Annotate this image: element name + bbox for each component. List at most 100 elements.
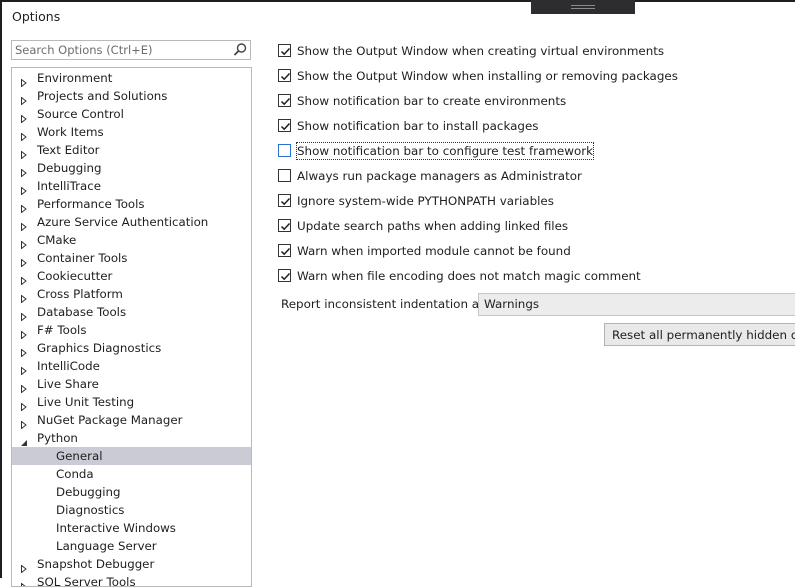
tree-item-label: Graphics Diagnostics <box>37 341 162 355</box>
collapsed-arrow-icon[interactable] <box>20 218 28 232</box>
window-drag-grip[interactable] <box>531 0 635 14</box>
tree-item-label: IntelliTrace <box>37 179 101 193</box>
tree-item-label: Live Share <box>37 377 99 391</box>
tree-item[interactable]: Source Control <box>12 105 251 124</box>
tree-item[interactable]: Snapshot Debugger <box>12 555 251 574</box>
tree-item[interactable]: Work Items <box>12 123 251 142</box>
tree-item[interactable]: CMake <box>12 231 251 250</box>
tree-item[interactable]: Database Tools <box>12 303 251 322</box>
tree-item[interactable]: NuGet Package Manager <box>12 411 251 430</box>
option-label[interactable]: Show the Output Window when creating vir… <box>297 43 664 59</box>
tree-item[interactable]: Environment <box>12 69 251 88</box>
tree-item[interactable]: Debugging <box>12 159 251 178</box>
tree-child-item[interactable]: Debugging <box>12 483 251 501</box>
tree-item-label: Cross Platform <box>37 287 123 301</box>
option-label[interactable]: Update search paths when adding linked f… <box>297 218 568 234</box>
collapsed-arrow-icon[interactable] <box>20 164 28 178</box>
tree-item-label: Text Editor <box>37 143 100 157</box>
indentation-label: Report inconsistent indentation as <box>281 297 486 311</box>
tree-item-label: F# Tools <box>37 323 87 337</box>
tree-item-label: Diagnostics <box>56 503 125 517</box>
tree-item[interactable]: SQL Server Tools <box>12 573 251 586</box>
tree-item-label: Database Tools <box>37 305 127 319</box>
search-box[interactable] <box>11 40 251 60</box>
reset-hidden-dialogs-button[interactable]: Reset all permanently hidden dialogs <box>604 323 795 346</box>
tree-item[interactable]: F# Tools <box>12 321 251 340</box>
tree-item[interactable]: Live Unit Testing <box>12 393 251 412</box>
checkbox-checked[interactable] <box>278 119 291 132</box>
collapsed-arrow-icon[interactable] <box>20 290 28 304</box>
tree-item-label: Interactive Windows <box>56 521 176 535</box>
option-label[interactable]: Ignore system-wide PYTHONPATH variables <box>297 193 554 209</box>
collapsed-arrow-icon[interactable] <box>20 128 28 142</box>
collapsed-arrow-icon[interactable] <box>20 560 28 574</box>
checkbox-checked[interactable] <box>278 244 291 257</box>
tree-item-label: Language Server <box>56 539 157 553</box>
tree-item-label: Debugging <box>56 485 121 499</box>
option-label[interactable]: Always run package managers as Administr… <box>297 168 582 184</box>
tree-item[interactable]: Live Share <box>12 375 251 394</box>
tree-child-item[interactable]: Language Server <box>12 537 251 555</box>
tree-item-label: Debugging <box>37 161 102 175</box>
option-label[interactable]: Show notification bar to create environm… <box>297 93 566 109</box>
option-label[interactable]: Show notification bar to configure test … <box>295 142 595 160</box>
checkbox-checked[interactable] <box>278 69 291 82</box>
tree-child-item[interactable]: Interactive Windows <box>12 519 251 537</box>
tree-child-item[interactable]: General <box>12 447 251 465</box>
collapsed-arrow-icon[interactable] <box>20 200 28 214</box>
collapsed-arrow-icon[interactable] <box>20 362 28 376</box>
tree-item[interactable]: Cross Platform <box>12 285 251 304</box>
tree-item[interactable]: IntelliTrace <box>12 177 251 196</box>
tree-item[interactable]: Cookiecutter <box>12 267 251 286</box>
tree-item-label: NuGet Package Manager <box>37 413 183 427</box>
window-top-border <box>0 0 795 2</box>
tree-item[interactable]: Performance Tools <box>12 195 251 214</box>
checkbox-unchecked[interactable] <box>278 169 291 182</box>
checkbox-checked[interactable] <box>278 269 291 282</box>
tree-item[interactable]: Text Editor <box>12 141 251 160</box>
checkbox-checked[interactable] <box>278 219 291 232</box>
tree-item[interactable]: Graphics Diagnostics <box>12 339 251 358</box>
tree-item-label: Projects and Solutions <box>37 89 168 103</box>
collapsed-arrow-icon[interactable] <box>20 236 28 250</box>
tree-item-label: Performance Tools <box>37 197 145 211</box>
tree-child-item[interactable]: Conda <box>12 465 251 483</box>
collapsed-arrow-icon[interactable] <box>20 254 28 268</box>
checkbox-unchecked[interactable] <box>278 144 291 157</box>
collapsed-arrow-icon[interactable] <box>20 92 28 106</box>
collapsed-arrow-icon[interactable] <box>20 398 28 412</box>
option-label[interactable]: Show the Output Window when installing o… <box>297 68 678 84</box>
tree-item[interactable]: IntelliCode <box>12 357 251 376</box>
tree-item[interactable]: Python <box>12 429 251 447</box>
tree-item-label: Container Tools <box>37 251 128 265</box>
collapsed-arrow-icon[interactable] <box>20 146 28 160</box>
tree-item[interactable]: Azure Service Authentication <box>12 213 251 232</box>
checkbox-checked[interactable] <box>278 194 291 207</box>
tree-child-item[interactable]: Diagnostics <box>12 501 251 519</box>
checkbox-checked[interactable] <box>278 44 291 57</box>
collapsed-arrow-icon[interactable] <box>20 344 28 358</box>
collapsed-arrow-icon[interactable] <box>20 416 28 430</box>
collapsed-arrow-icon[interactable] <box>20 326 28 340</box>
search-icon[interactable] <box>232 42 248 58</box>
collapsed-arrow-icon[interactable] <box>20 110 28 124</box>
tree-item-label: Snapshot Debugger <box>37 557 155 571</box>
collapsed-arrow-icon[interactable] <box>20 578 28 586</box>
expanded-arrow-icon[interactable] <box>20 434 28 446</box>
checkbox-checked[interactable] <box>278 94 291 107</box>
collapsed-arrow-icon[interactable] <box>20 380 28 394</box>
search-input[interactable] <box>15 42 227 58</box>
tree-item-label: Environment <box>37 71 113 85</box>
indentation-dropdown[interactable]: Warnings <box>478 293 795 316</box>
collapsed-arrow-icon[interactable] <box>20 74 28 88</box>
option-label[interactable]: Warn when imported module cannot be foun… <box>297 243 571 259</box>
tree-item[interactable]: Container Tools <box>12 249 251 268</box>
collapsed-arrow-icon[interactable] <box>20 272 28 286</box>
option-label[interactable]: Warn when file encoding does not match m… <box>297 268 641 284</box>
options-tree[interactable]: Environment Projects and Solutions Source … <box>11 67 252 587</box>
collapsed-arrow-icon[interactable] <box>20 182 28 196</box>
tree-item[interactable]: Projects and Solutions <box>12 87 251 106</box>
collapsed-arrow-icon[interactable] <box>20 308 28 322</box>
tree-item-label: Work Items <box>37 125 104 139</box>
option-label[interactable]: Show notification bar to install package… <box>297 118 539 134</box>
